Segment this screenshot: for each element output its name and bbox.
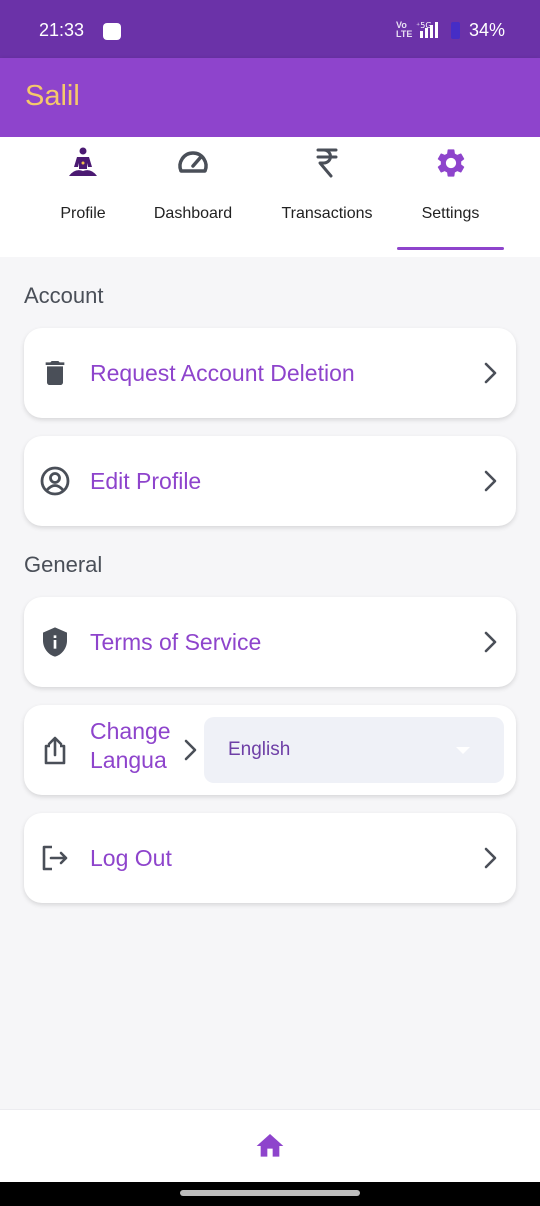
logout-icon	[42, 845, 68, 871]
change-language-label-line2: Langua	[90, 747, 167, 773]
change-language-row[interactable]: Change Langua English	[24, 705, 516, 795]
edit-profile-label: Edit Profile	[90, 468, 202, 494]
change-language-label-line1: Change	[90, 718, 171, 744]
meditation-icon	[69, 147, 97, 176]
tab-bar: Profile Dashboard Transactions Settings	[0, 137, 540, 257]
dropdown-arrow-icon	[456, 747, 470, 754]
tab-label: Transactions	[281, 205, 373, 222]
speedometer-icon	[178, 151, 208, 173]
trash-icon	[45, 361, 65, 385]
chevron-right-icon	[184, 739, 197, 761]
svg-text:⁺5G: ⁺5G	[416, 21, 432, 30]
terms-of-service-button[interactable]: Terms of Service	[24, 597, 516, 687]
tab-label: Settings	[421, 205, 480, 222]
log-out-label: Log Out	[90, 845, 172, 871]
gesture-handle[interactable]	[180, 1190, 360, 1196]
notification-app-icon	[103, 23, 121, 40]
tab-profile[interactable]: Profile	[30, 137, 136, 257]
chevron-right-icon	[484, 631, 497, 653]
rupee-icon	[316, 148, 338, 178]
signal-icon: ⁺5G	[416, 21, 438, 38]
system-navigation-bar	[0, 1182, 540, 1206]
chevron-right-icon	[484, 362, 497, 384]
account-circle-icon	[40, 466, 70, 496]
log-out-button[interactable]: Log Out	[24, 813, 516, 903]
battery-icon	[451, 22, 460, 39]
tab-selected-indicator	[397, 247, 504, 250]
request-account-deletion-button[interactable]: Request Account Deletion	[24, 328, 516, 418]
edit-profile-button[interactable]: Edit Profile	[24, 436, 516, 526]
tab-label: Profile	[60, 205, 106, 222]
status-bar: 21:33 Vo LTE ⁺5G 34%	[0, 0, 540, 58]
gear-icon	[437, 149, 464, 177]
section-title-general: General	[24, 552, 103, 577]
tab-settings[interactable]: Settings	[397, 137, 504, 257]
chevron-right-icon	[484, 847, 497, 869]
request-account-deletion-label: Request Account Deletion	[90, 360, 355, 386]
tab-label: Dashboard	[153, 205, 233, 222]
language-selected-value: English	[228, 739, 291, 760]
change-language-label: Change Langua	[90, 717, 180, 775]
language-dropdown[interactable]: English	[204, 717, 504, 783]
tab-transactions[interactable]: Transactions	[264, 137, 390, 257]
bottom-navigation	[0, 1109, 540, 1182]
status-time: 21:33	[39, 20, 85, 40]
terms-of-service-label: Terms of Service	[90, 629, 262, 655]
section-title-account: Account	[24, 283, 104, 308]
volte-icon: Vo LTE	[396, 20, 413, 39]
battery-percent: 34%	[469, 20, 506, 40]
app-title: Salil	[25, 80, 80, 112]
tab-dashboard[interactable]: Dashboard	[140, 137, 246, 257]
home-icon[interactable]	[254, 1130, 286, 1162]
app-bar: Salil	[0, 58, 540, 137]
shield-info-icon	[43, 627, 67, 657]
chevron-right-icon	[484, 470, 497, 492]
share-icon	[44, 736, 66, 765]
